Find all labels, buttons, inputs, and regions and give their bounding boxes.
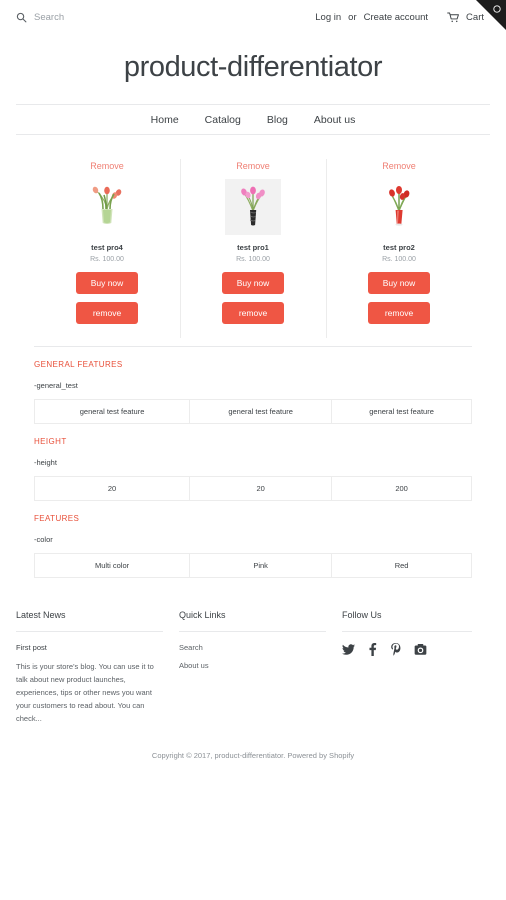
or-separator: or [348,11,357,23]
spec-heading: HEIGHT [34,437,67,446]
product-image-pink-tulips-dark-vase [184,179,322,235]
spec-section-general-features: GENERAL FEATURES -general_test general t… [33,347,472,424]
remove-button[interactable]: remove [222,302,284,324]
spec-key: -height [34,458,57,467]
spec-cell: Pink [189,553,333,578]
product-title: test pro4 [91,243,123,252]
spec-section-height: HEIGHT -height 20 20 200 [33,424,472,501]
remove-product-link[interactable]: Remove [184,161,322,171]
spec-cell: 20 [33,476,191,501]
remove-product-link[interactable]: Remove [330,161,468,171]
corner-ribbon [476,0,506,30]
product-image-tulips-green-vase [38,179,176,235]
spec-cell: Multi color [33,553,191,578]
spec-table: 20 20 200 [33,476,472,501]
create-account-link[interactable]: Create account [364,12,428,23]
page-title: product-differentiator [123,51,383,83]
nav-item-about-us[interactable]: About us [314,114,355,126]
spec-table: general test feature general test featur… [33,399,472,424]
nav-item-home[interactable]: Home [151,114,179,126]
spec-key: -color [34,535,53,544]
remove-button[interactable]: remove [76,302,138,324]
buy-now-button[interactable]: Buy now [222,272,284,294]
login-link[interactable]: Log in [315,12,341,23]
spec-table: Multi color Pink Red [33,553,472,578]
spec-heading: FEATURES [34,514,80,523]
footer-heading: Latest News [16,610,163,632]
instagram-icon[interactable] [414,643,427,656]
main-nav: Home Catalog Blog About us [16,104,490,135]
footer-follow-us: Follow Us [342,610,488,725]
remove-product-link[interactable]: Remove [38,161,176,171]
facebook-icon[interactable] [368,643,377,656]
search-area[interactable] [16,11,144,23]
footer-heading: Follow Us [342,610,472,632]
top-utility-bar: Log in or Create account Cart [0,0,506,34]
compare-product-card: Remove test pro4 Rs. 100.00 Buy now remo… [34,155,180,346]
spec-key: -general_test [34,381,78,390]
nav-item-catalog[interactable]: Catalog [205,114,241,126]
spec-cell: general test feature [331,399,472,424]
nav-item-blog[interactable]: Blog [267,114,288,126]
spec-section-features: FEATURES -color Multi color Pink Red [33,501,472,578]
footer-latest-news: Latest News First post This is your stor… [16,610,179,725]
copyright-text: Copyright © 2017, product-differentiator… [151,751,355,761]
page-root: Log in or Create account Cart [0,0,506,900]
compare-product-card: Remove test pro2 Rs. 100.00 Buy now remo… [326,155,472,346]
spec-sections: GENERAL FEATURES -general_test general t… [33,347,472,578]
buy-now-button[interactable]: Buy now [76,272,138,294]
cart-icon [447,11,460,23]
spec-cell: Red [331,553,472,578]
compare-product-row: Remove test pro4 Rs. 100.00 Buy now remo… [34,155,472,347]
product-image-red-tulips-red-vase [330,179,468,235]
buy-now-button[interactable]: Buy now [368,272,430,294]
product-price: Rs. 100.00 [236,256,270,263]
spec-cell: general test feature [189,399,333,424]
site-footer: Latest News First post This is your stor… [16,606,490,725]
gear-icon[interactable] [493,5,501,13]
product-title: test pro1 [237,243,269,252]
spec-cell: 200 [331,476,472,501]
table-row: general test feature general test featur… [33,399,472,424]
spec-cell: general test feature [33,399,191,424]
footer-link-search[interactable]: Search [179,643,326,652]
footer-quick-links: Quick Links Search About us [179,610,342,725]
footer-link-about-us[interactable]: About us [179,661,326,670]
blog-post-title[interactable]: First post [16,643,163,652]
spec-cell: 20 [189,476,333,501]
table-row: Multi color Pink Red [33,553,472,578]
twitter-icon[interactable] [342,643,355,656]
spec-heading: GENERAL FEATURES [34,360,123,369]
account-actions: Log in or Create account Cart [315,12,490,23]
product-price: Rs. 100.00 [382,256,416,263]
compare-product-card: Remove test pro1 Rs. 100.00 Buy now remo… [180,155,326,346]
search-input[interactable] [34,11,144,23]
pinterest-icon[interactable] [390,643,401,656]
product-price: Rs. 100.00 [90,256,124,263]
remove-button[interactable]: remove [368,302,430,324]
footer-heading: Quick Links [179,610,326,632]
social-icon-row [342,643,472,656]
product-title: test pro2 [383,243,415,252]
blog-post-excerpt: This is your store's blog. You can use i… [16,662,154,723]
table-row: 20 20 200 [33,476,472,501]
search-icon [16,12,27,23]
